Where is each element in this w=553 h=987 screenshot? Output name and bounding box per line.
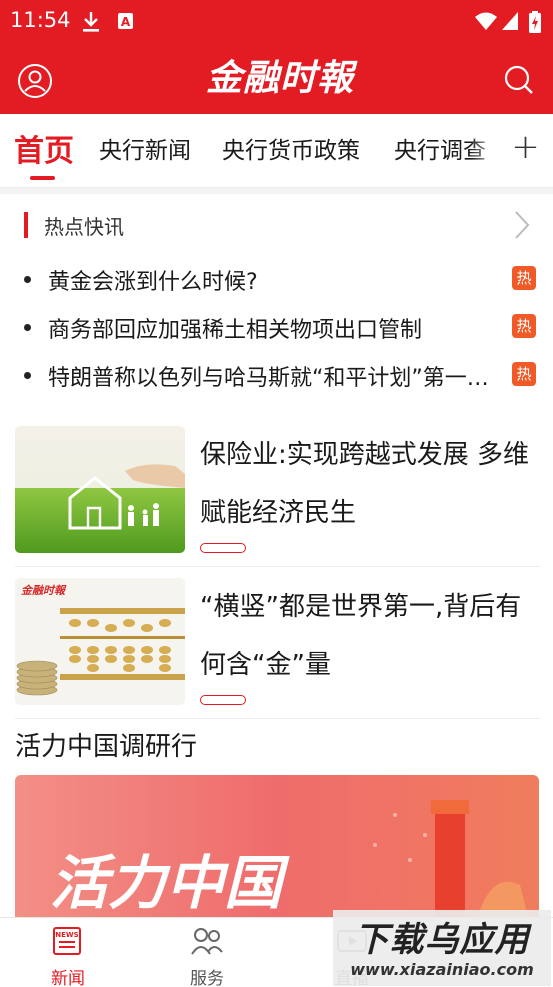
section-marker	[24, 212, 28, 238]
nav-service-label: 服务	[190, 969, 224, 987]
hot-news-section: 热点快讯 黄金会涨到什么时候? 热 商务部回应加强稀土相关物项出口管制 热 特朗…	[0, 194, 553, 404]
nav-service[interactable]: 服务	[167, 926, 247, 987]
battery-icon	[528, 10, 542, 38]
bullet-icon	[24, 372, 31, 379]
hot-news-item[interactable]: 特朗普称以色列与哈马斯就“和平计划”第一阶段达成一致 热	[0, 354, 553, 394]
tab-monetary-policy[interactable]: 央行货币政策	[222, 131, 360, 165]
hot-news-item[interactable]: 黄金会涨到什么时候? 热	[0, 258, 553, 298]
a-notification-icon: A	[116, 10, 136, 36]
hot-badge: 热	[512, 266, 536, 290]
thumb-logo: 金融时報	[21, 584, 67, 597]
hot-news-text[interactable]: 商务部回应加强稀土相关物项出口管制	[48, 312, 500, 344]
hot-news-header[interactable]: 热点快讯	[0, 206, 553, 246]
tab-home[interactable]: 首页	[14, 126, 74, 170]
bullet-icon	[24, 276, 31, 283]
hot-badge: 热	[512, 362, 536, 386]
article-title[interactable]: 保险业:实现跨越式发展 多维赋能经济民生	[200, 426, 540, 542]
people-icon	[190, 928, 224, 960]
channel-tabs: 首页 央行新闻 央行货币政策 央行调查 +	[0, 114, 553, 188]
app-logo: 金融时報	[205, 57, 354, 99]
user-icon[interactable]	[17, 63, 53, 99]
nav-news-label: 新闻	[51, 969, 85, 987]
svg-text:NEWS: NEWS	[55, 931, 78, 939]
vitality-china-banner[interactable]: 活力中国	[15, 775, 539, 925]
nav-news[interactable]: NEWS 新闻	[28, 926, 108, 987]
search-icon[interactable]	[502, 63, 536, 97]
abacus-coins-image[interactable]: 金融时報	[15, 578, 185, 705]
banner-text: 活力中国	[50, 849, 290, 917]
svg-text:A: A	[121, 15, 131, 29]
download-icon	[80, 10, 102, 38]
tab-active-indicator	[30, 176, 55, 180]
app-header: 金融时報	[0, 44, 553, 114]
hot-news-text[interactable]: 特朗普称以色列与哈马斯就“和平计划”第一阶段达成一致	[48, 360, 500, 392]
divider	[15, 718, 540, 719]
watermark: 下载乌应用 www.xiazainiao.com	[333, 910, 551, 986]
watermark-title: 下载乌应用	[354, 920, 530, 960]
wifi-icon	[474, 10, 498, 36]
hot-badge: 热	[512, 314, 536, 338]
hot-news-text[interactable]: 黄金会涨到什么时候?	[48, 264, 500, 296]
article-card[interactable]: 金融时報 “横竖”都是世界第一,背后有何含“金”量	[0, 578, 553, 730]
tab-central-bank-news[interactable]: 央行新闻	[99, 131, 191, 165]
divider	[15, 566, 540, 567]
hot-news-item[interactable]: 商务部回应加强稀土相关物项出口管制 热	[0, 306, 553, 346]
watermark-url: www.xiazainiao.com	[350, 960, 534, 979]
article-tag	[200, 695, 246, 705]
status-bar: 11:54 A	[0, 0, 553, 44]
status-time: 11:54	[10, 8, 71, 32]
article-card[interactable]: 保险业:实现跨越式发展 多维赋能经济民生	[0, 426, 553, 578]
bullet-icon	[24, 324, 31, 331]
house-hand-grass-image[interactable]	[15, 426, 185, 553]
plus-icon[interactable]: +	[498, 114, 553, 187]
article-title[interactable]: “横竖”都是世界第一,背后有何含“金”量	[200, 578, 540, 694]
chevron-right-icon[interactable]	[508, 208, 536, 242]
signal-icon	[501, 10, 519, 36]
news-icon: NEWS	[51, 927, 85, 960]
article-tag	[200, 543, 246, 553]
hot-news-title: 热点快讯	[44, 215, 124, 239]
section-title[interactable]: 活力中国调研行	[15, 726, 197, 763]
